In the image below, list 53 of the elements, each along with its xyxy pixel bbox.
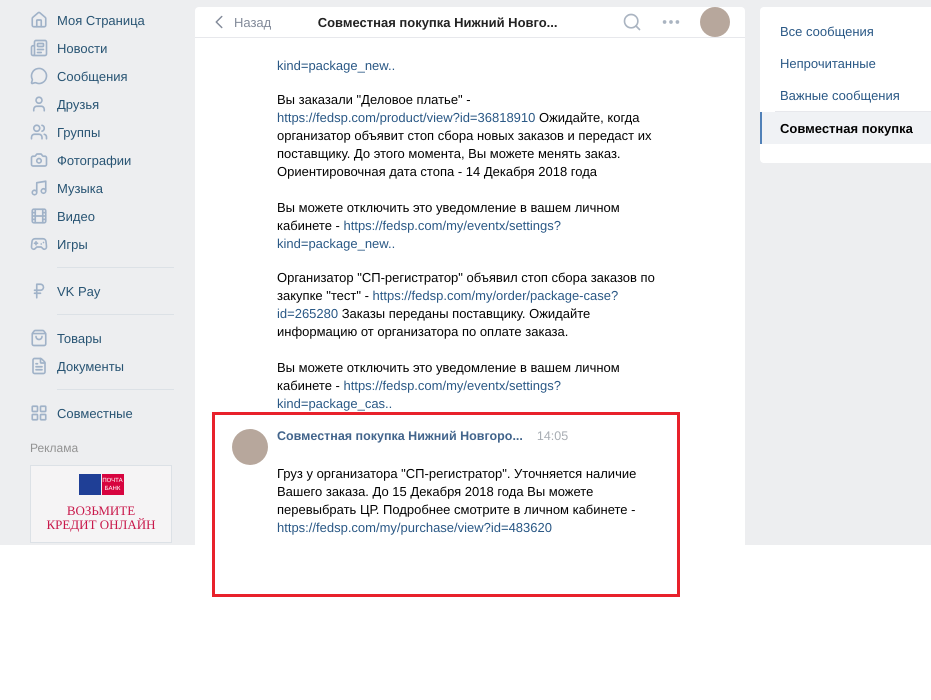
message-link[interactable]: https://fedsp.com/my/eventx/settings? xyxy=(343,378,561,393)
message-link[interactable]: kind=package_new.. xyxy=(277,236,396,251)
sidebar-item[interactable]: Друзья xyxy=(30,90,195,118)
message-link[interactable]: https://fedsp.com/product/view?id=36818910 xyxy=(277,110,536,125)
search-icon[interactable] xyxy=(622,12,642,32)
filter-item[interactable]: Важные сообщения xyxy=(760,79,931,111)
camera-icon xyxy=(30,151,48,169)
shopping-bag-icon xyxy=(30,329,48,347)
film-icon xyxy=(30,207,48,225)
message-link[interactable]: https://fedsp.com/my/purchase/view?id=483620 xyxy=(277,520,552,535)
ad-headline: КРЕДИТ ОНЛАЙН xyxy=(46,518,156,532)
avatar-placeholder[interactable] xyxy=(232,429,268,465)
message-text: Вы можете отключить это уведомление в вашем личном кабинете - https://fedsp.com/my/eventx/settings? kind=package_new.. xyxy=(277,199,621,253)
speech-bubble-icon xyxy=(30,67,48,85)
ad-headline: ВОЗЬМИТЕ xyxy=(66,504,136,518)
news-icon xyxy=(30,39,48,57)
sidebar-item[interactable]: Видео xyxy=(30,202,195,230)
emblem-icon xyxy=(78,474,100,495)
grid-icon xyxy=(30,404,48,422)
message-text: Вы заказали "Деловое платье" - https://fedsp.com/product/view?id=36818910 Ожидайте, когда организатор объявит стоп сбора новых заказов и передаст их поставщику. До этого момента, Вы можете менять заказ. Ориентировочная дата стопа - 14 Декабря 2018 года xyxy=(277,91,652,181)
filter-item[interactable]: Совместная покупка xyxy=(760,112,931,144)
sidebar-item[interactable]: Фотографии xyxy=(30,146,195,174)
document-icon xyxy=(30,357,48,375)
message-link[interactable]: kind=package_new.. xyxy=(277,58,396,73)
sidebar-item[interactable]: Музыка xyxy=(30,174,195,202)
chat-title: Совместная покупка Нижний Новго... xyxy=(316,14,559,30)
ad-label: Реклама xyxy=(30,440,80,457)
sidebar-item[interactable]: Игры xyxy=(30,230,195,258)
music-note-icon xyxy=(30,179,48,197)
message-link[interactable]: https://fedsp.com/my/eventx/settings? xyxy=(343,218,561,233)
gamepad-icon xyxy=(30,235,48,253)
message-link[interactable]: kind=package_cas.. xyxy=(277,396,392,411)
sidebar-item[interactable]: Товары xyxy=(30,324,195,352)
message-text: Груз у организатора "СП-регистратор". Уточняется наличие Вашего заказа. До 15 Декабря 2018 года Вы можете перевыбрать ЦР. Подробнее смотрите в личном кабинете - https://fedsp.com/my/purchase/view?id=483620 xyxy=(277,465,636,537)
message-link[interactable]: id=265280 xyxy=(277,306,338,321)
message-text: Организатор "СП-регистратор" объявил стоп сбора заказов по закупке "тест" - https://fedsp.com/my/order/package-case? id=265280 Заказы переданы поставщику. Ожидайте информацию от организатора по оплате заказа. xyxy=(277,269,655,341)
sidebar-item[interactable]: Сообщения xyxy=(30,62,195,90)
sidebar-item[interactable]: Моя Страница xyxy=(30,6,195,34)
people-icon xyxy=(30,123,48,141)
message-link[interactable]: https://fedsp.com/my/order/package-case? xyxy=(372,288,618,303)
sidebar-item[interactable]: Группы xyxy=(30,118,195,146)
author-name[interactable]: Совместная покупка Нижний Новгоро... xyxy=(277,429,523,443)
message-time: 14:05 xyxy=(536,429,568,443)
message-text: Вы можете отключить это уведомление в вашем личном кабинете - https://fedsp.com/my/eventx/settings? kind=package_cas.. xyxy=(277,359,621,413)
sidebar-item[interactable]: Новости xyxy=(30,34,195,62)
sidebar-item[interactable]: Совместные xyxy=(30,399,195,427)
filter-item[interactable]: Непрочитанные xyxy=(760,47,931,79)
avatar-placeholder[interactable] xyxy=(700,7,730,37)
filter-item[interactable]: Все сообщения xyxy=(760,15,931,47)
sidebar-item[interactable]: VK Pay xyxy=(30,277,195,305)
home-icon xyxy=(30,11,48,29)
person-icon xyxy=(30,95,48,113)
sidebar-item[interactable]: Документы xyxy=(30,352,195,380)
